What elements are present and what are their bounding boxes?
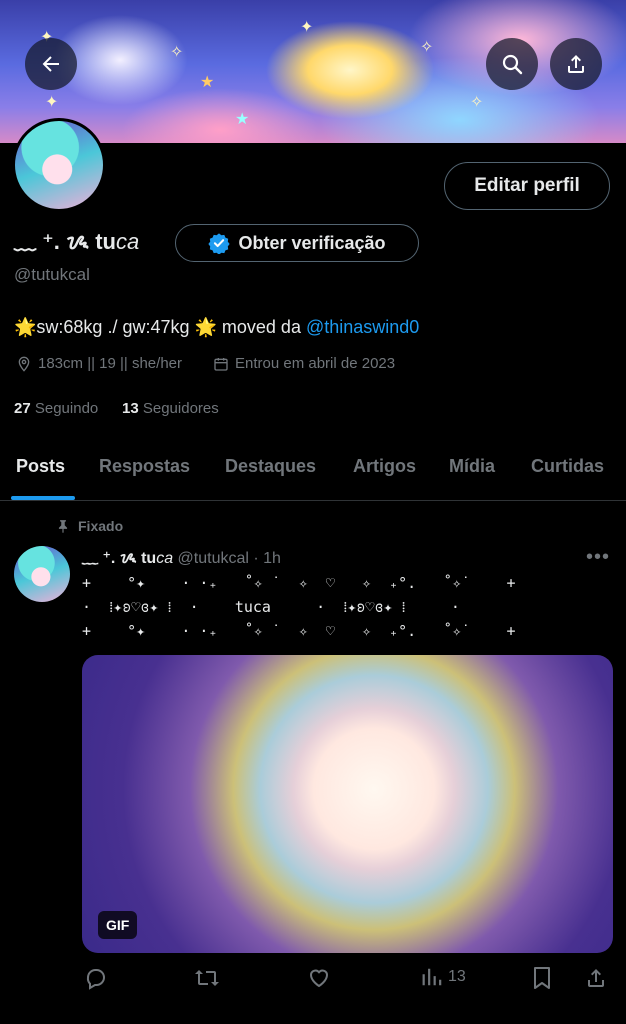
tweet-text-line: + °✦ · ·₊ ˚✧ ˙ ✧ ♡ ✧ ₊°. ˚✧˙ + bbox=[82, 622, 516, 640]
tweet-text-line: + °✦ · ·₊ ˚✧ ˙ ✧ ♡ ✧ ₊°. ˚✧˙ + bbox=[82, 574, 516, 592]
edit-profile-button[interactable]: Editar perfil bbox=[444, 162, 610, 210]
followers-count: 13 bbox=[122, 400, 139, 417]
following-count: 27 bbox=[14, 400, 31, 417]
profile-avatar[interactable] bbox=[12, 118, 106, 212]
active-tab-indicator bbox=[11, 496, 75, 500]
verified-badge-icon bbox=[208, 233, 231, 254]
tweet-text-line: · ⁞✦ʚ♡ɞ✦ ⁞ · tuca · ⁞✦ʚ♡ɞ✦ ⁞ · bbox=[82, 598, 460, 616]
views-count: 13 bbox=[448, 968, 466, 985]
sparkle-decoration: ✧ bbox=[170, 44, 184, 61]
location-icon bbox=[18, 356, 30, 372]
bookmark-icon bbox=[534, 967, 550, 989]
get-verified-label: Obter verificação bbox=[238, 232, 386, 253]
more-options-icon[interactable]: ••• bbox=[586, 546, 610, 569]
search-icon bbox=[502, 54, 523, 75]
back-button[interactable] bbox=[25, 38, 77, 90]
sparkle-decoration: ✧ bbox=[420, 39, 434, 56]
tab-posts[interactable]: Posts bbox=[16, 456, 65, 477]
profile-joined: Entrou em abril de 2023 bbox=[213, 355, 395, 372]
arrow-left-icon bbox=[42, 56, 59, 72]
display-name: ﹏ ⁺. ᝰ tuca bbox=[14, 224, 139, 256]
joined-text: Entrou em abril de 2023 bbox=[235, 355, 396, 372]
share-tweet-button[interactable] bbox=[584, 966, 608, 990]
tab-media[interactable]: Mídia bbox=[449, 456, 495, 477]
location-text: 183cm || 19 || she/her bbox=[38, 355, 182, 372]
following-link[interactable]: 27 Seguindo bbox=[14, 400, 98, 417]
views-bar-chart-icon bbox=[422, 968, 442, 986]
tab-articles[interactable]: Artigos bbox=[353, 456, 416, 477]
share-profile-button[interactable] bbox=[550, 38, 602, 90]
sparkle-decoration: ✧ bbox=[470, 94, 484, 111]
followers-label: Seguidores bbox=[142, 400, 219, 417]
share-icon bbox=[568, 55, 584, 73]
tab-highlights[interactable]: Destaques bbox=[225, 456, 316, 477]
author-name-main: ﹏ ⁺. ᝰ tu bbox=[82, 550, 157, 567]
tab-likes[interactable]: Curtidas bbox=[531, 456, 604, 477]
profile-location: 183cm || 19 || she/her bbox=[16, 355, 182, 372]
star-decoration: ★ bbox=[200, 74, 215, 91]
calendar-icon bbox=[214, 357, 228, 371]
display-name-main: ﹏ ⁺. ᝰ tu bbox=[14, 229, 116, 254]
heart-icon bbox=[309, 969, 329, 988]
bio-text: 🌟sw:68kg ./ gw:47kg 🌟 moved da bbox=[14, 317, 306, 337]
profile-bio: 🌟sw:68kg ./ gw:47kg 🌟 moved da @thinaswi… bbox=[14, 317, 419, 338]
reply-button[interactable] bbox=[84, 966, 108, 990]
gif-badge: GIF bbox=[98, 911, 138, 939]
following-label: Seguindo bbox=[34, 400, 99, 417]
sparkle-decoration: ✦ bbox=[45, 94, 59, 111]
sparkle-decoration: ✦ bbox=[300, 19, 314, 36]
tweet-gif-media[interactable]: GIF bbox=[82, 655, 613, 953]
retweet-icon bbox=[195, 970, 219, 986]
views-button[interactable]: 13 bbox=[420, 966, 466, 988]
bio-mention-link[interactable]: @thinaswind0 bbox=[306, 317, 419, 337]
tab-replies[interactable]: Respostas bbox=[99, 456, 190, 477]
star-decoration: ★ bbox=[235, 111, 250, 128]
tweet-author-name[interactable]: ﹏ ⁺. ᝰ tuca bbox=[82, 550, 173, 567]
display-name-italic: ca bbox=[116, 229, 140, 254]
tweet-header: ﹏ ⁺. ᝰ tuca @tutukcal · 1h bbox=[82, 544, 281, 568]
followers-link[interactable]: 13 Seguidores bbox=[122, 400, 219, 417]
author-name-italic: ca bbox=[156, 550, 174, 567]
search-button[interactable] bbox=[486, 38, 538, 90]
pinned-label: Fixado bbox=[78, 518, 124, 534]
pin-icon bbox=[58, 520, 68, 533]
bookmark-button[interactable] bbox=[531, 966, 553, 990]
get-verified-button[interactable]: Obter verificação bbox=[175, 224, 419, 262]
reply-icon bbox=[86, 969, 106, 990]
tweet-handle-time: @tutukcal · 1h bbox=[173, 550, 281, 567]
pinned-indicator: Fixado bbox=[56, 518, 123, 534]
share-icon bbox=[588, 969, 604, 987]
tweet-avatar[interactable] bbox=[14, 546, 70, 602]
like-button[interactable] bbox=[307, 966, 331, 990]
retweet-button[interactable] bbox=[194, 966, 220, 990]
profile-tabs: Posts Respostas Destaques Artigos Mídia … bbox=[0, 440, 626, 501]
profile-handle: @tutukcal bbox=[14, 265, 90, 284]
